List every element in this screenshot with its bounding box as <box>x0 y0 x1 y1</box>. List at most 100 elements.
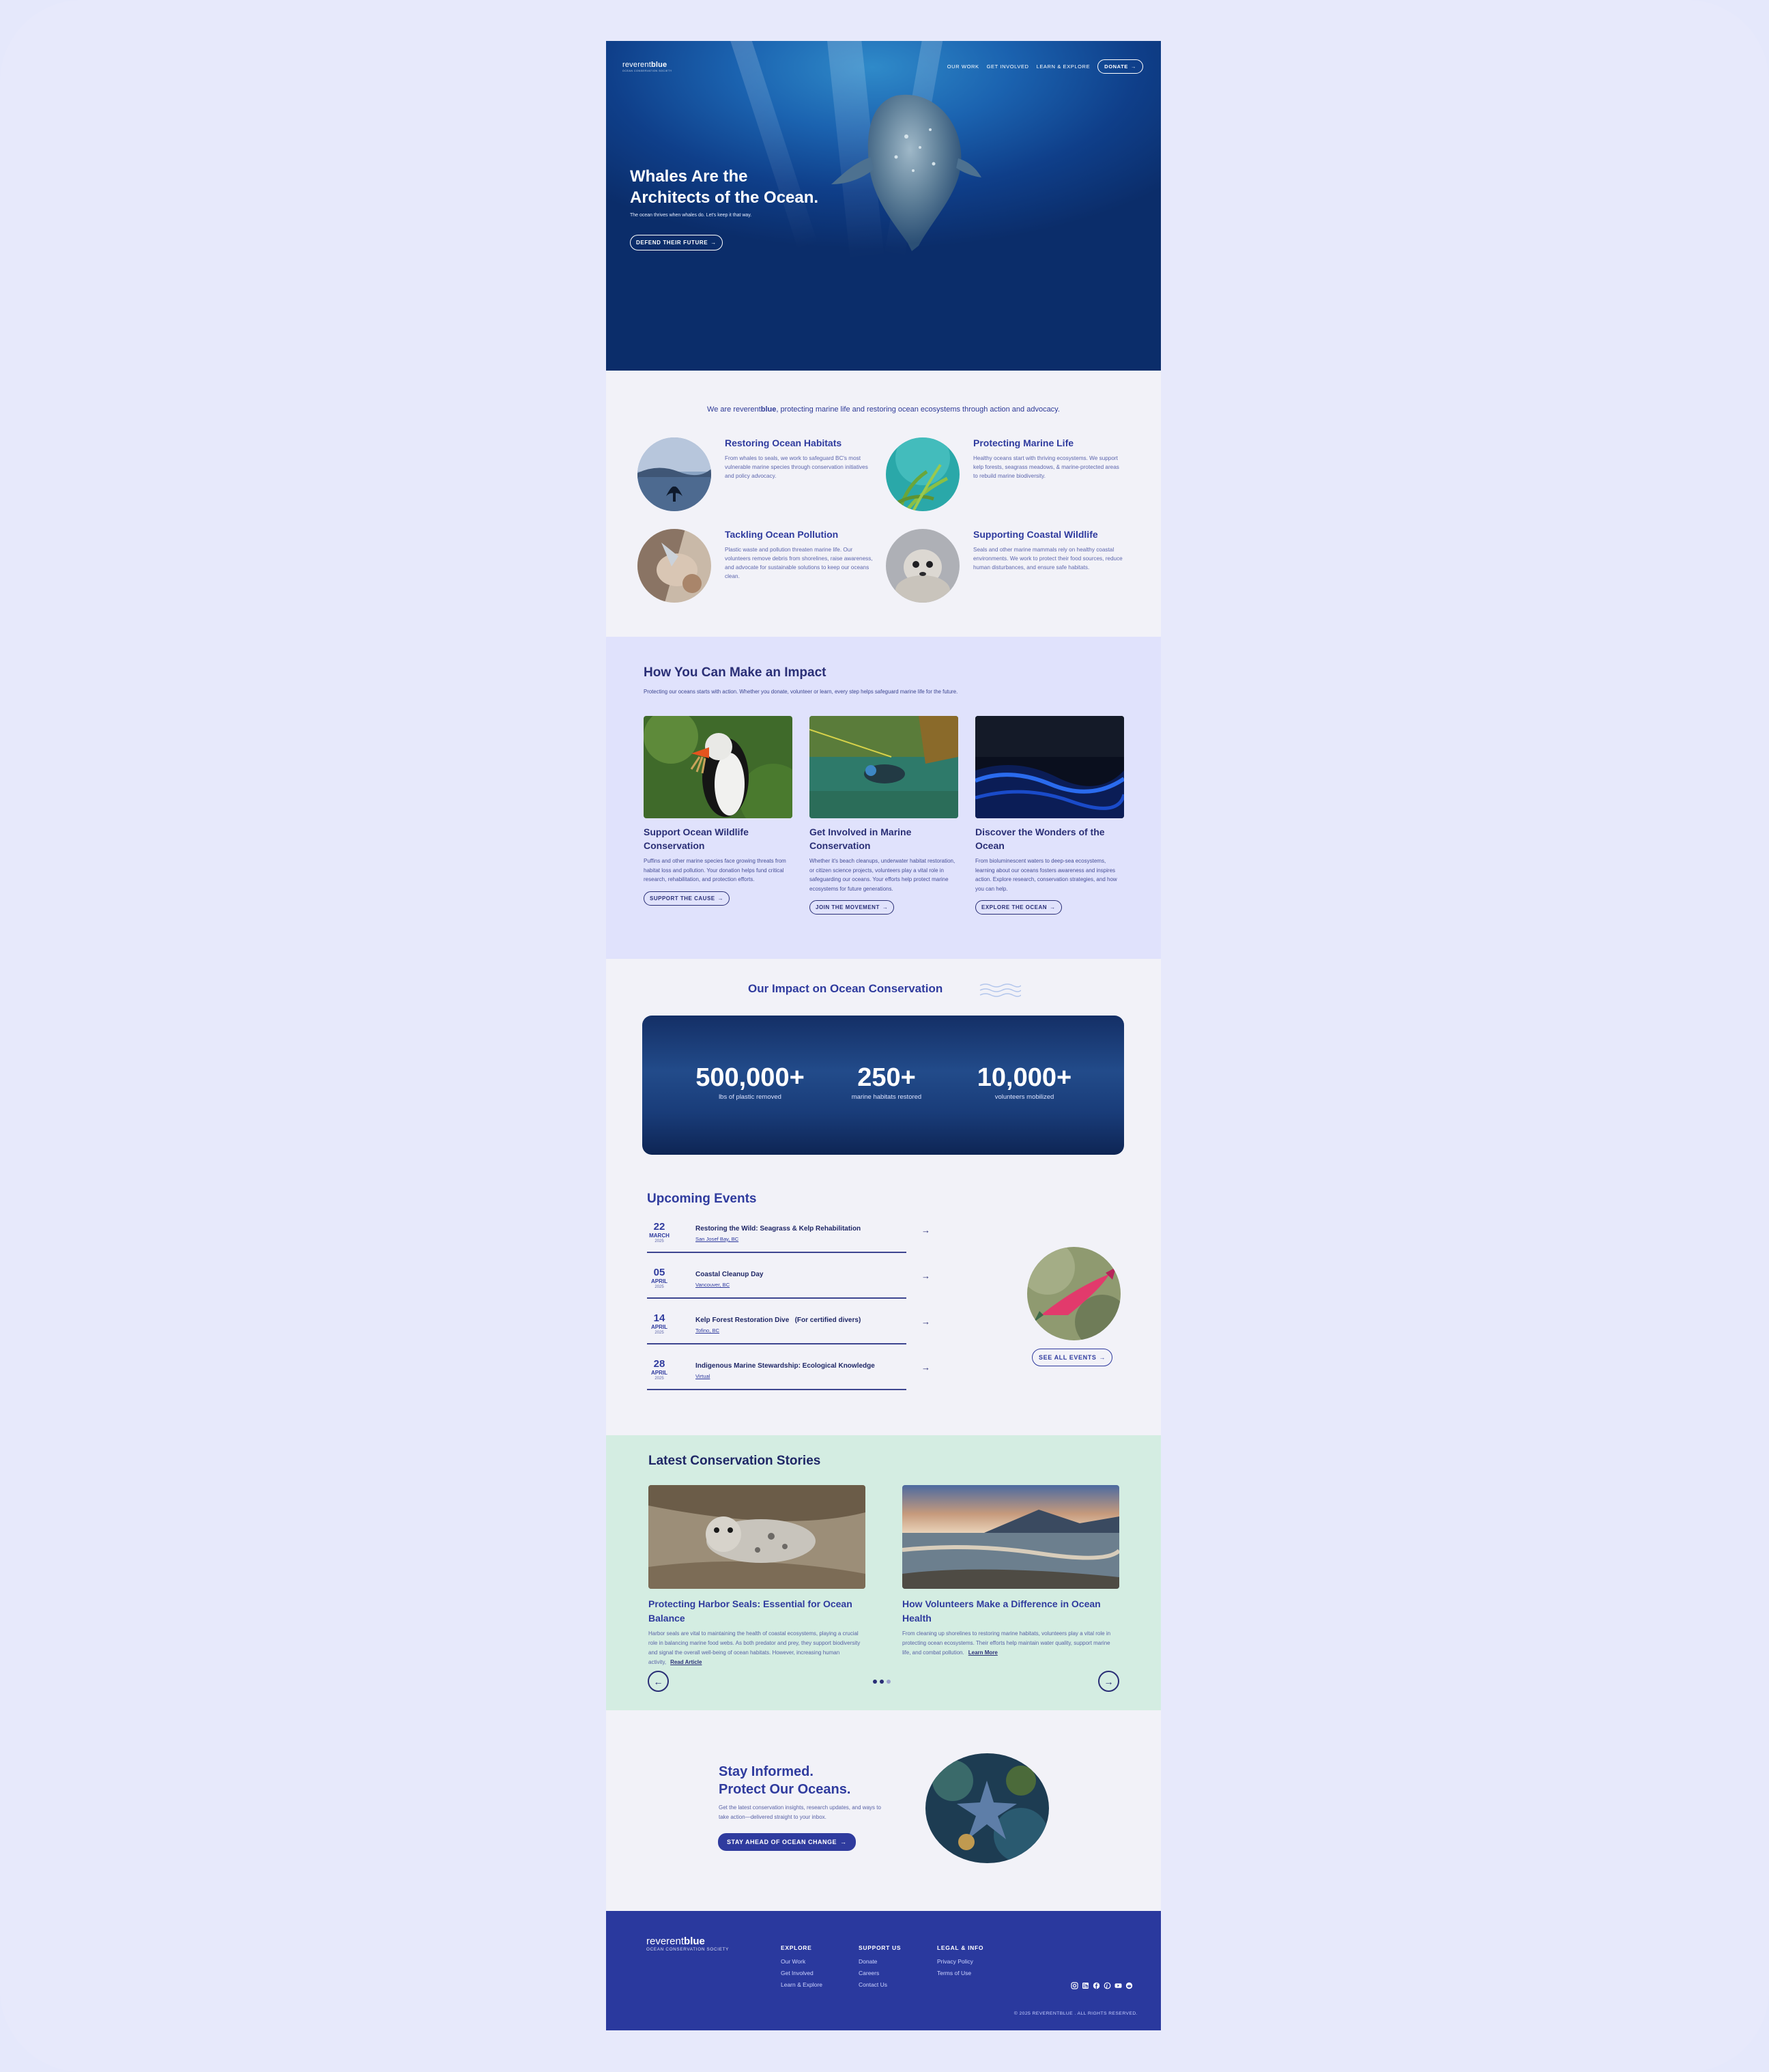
event-location[interactable]: Vancouver, BC <box>695 1282 730 1288</box>
event-title: Restoring the Wild: Seagrass & Kelp Reha… <box>695 1225 861 1233</box>
feature-text: Healthy oceans start with thriving ecosy… <box>973 455 1119 479</box>
event-title: Indigenous Marine Stewardship: Ecologica… <box>695 1362 875 1370</box>
footer-column-legal: LEGAL & INFO Privacy Policy Terms of Use <box>937 1944 983 1979</box>
stat-item: 10,000+ volunteers mobilized <box>956 1063 1093 1101</box>
explore-ocean-button[interactable]: EXPLORE THE OCEAN → <box>975 900 1062 915</box>
event-row[interactable]: 14 APRIL 2025 Kelp Forest Restoration Dive… <box>647 1313 930 1350</box>
stat-label: volunteers mobilized <box>994 1093 1054 1101</box>
hero-tagline: The ocean thrives when whales do. Let's … <box>630 213 752 218</box>
arrow-right-icon[interactable]: → <box>921 1362 930 1372</box>
donate-button[interactable]: DONATE → <box>1097 59 1143 74</box>
newsletter-section: Stay Informed. Protect Our Oceans. Get th… <box>606 1710 1161 1911</box>
event-location[interactable]: Tofino, BC <box>695 1327 719 1334</box>
button-label: SEE ALL EVENTS <box>1039 1354 1097 1361</box>
support-cause-button[interactable]: SUPPORT THE CAUSE → <box>644 891 730 906</box>
next-slide-button[interactable]: → <box>1098 1671 1119 1692</box>
story-card: How Volunteers Make a Difference in Ocea… <box>902 1485 1119 1658</box>
footer-link[interactable]: Get Involved <box>781 1968 822 1979</box>
event-location[interactable]: Virtual <box>695 1373 710 1379</box>
footer-link[interactable]: Privacy Policy <box>937 1956 983 1968</box>
event-day: 05 <box>653 1267 665 1278</box>
pinterest-icon[interactable] <box>1103 1981 1112 1990</box>
arrow-right-icon: → <box>882 904 889 910</box>
carousel-dot[interactable] <box>873 1680 877 1684</box>
hero-title: Whales Are the Architects of the Ocean. <box>630 166 876 208</box>
arrow-right-icon[interactable]: → <box>921 1225 930 1235</box>
story-title[interactable]: How Volunteers Make a Difference in Ocea… <box>902 1597 1119 1626</box>
footer-link[interactable]: Our Work <box>781 1956 822 1968</box>
footer-link[interactable]: Terms of Use <box>937 1968 983 1979</box>
stats-title: Our Impact on Ocean Conservation <box>748 982 943 995</box>
event-month: APRIL <box>651 1278 667 1284</box>
brand-tagline: OCEAN CONSERVATION SOCIETY <box>646 1947 730 1952</box>
nav-get-involved[interactable]: GET INVOLVED <box>987 63 1029 70</box>
button-label: JOIN THE MOVEMENT <box>816 904 880 910</box>
footer-link[interactable]: Contact Us <box>859 1979 901 1991</box>
defend-future-button[interactable]: DEFEND THEIR FUTURE → <box>630 235 723 250</box>
arrow-right-icon[interactable]: → <box>921 1271 930 1281</box>
mission-bold: blue <box>760 405 777 414</box>
impact-title: How You Can Make an Impact <box>644 665 826 680</box>
story-title[interactable]: Protecting Harbor Seals: Essential for O… <box>648 1597 865 1626</box>
newsletter-title-line2: Protect Our Oceans. <box>719 1782 851 1797</box>
card-text: Whether it's beach cleanups, underwater … <box>809 858 955 892</box>
cta-label: DEFEND THEIR FUTURE <box>636 240 708 246</box>
hero-title-line1: Whales Are the <box>630 167 748 186</box>
footer-link[interactable]: Donate <box>859 1956 901 1968</box>
light-ray <box>722 41 818 251</box>
social-links <box>1070 1981 1134 1990</box>
reddit-icon[interactable] <box>1125 1981 1134 1990</box>
stats-section: Our Impact on Ocean Conservation 500,000… <box>606 959 1161 1168</box>
subscribe-button[interactable]: STAY AHEAD OF OCEAN CHANGE → <box>718 1833 856 1851</box>
see-all-events-button[interactable]: SEE ALL EVENTS → <box>1032 1349 1113 1366</box>
event-row[interactable]: 05 APRIL 2025 Coastal Cleanup Day Vancouve… <box>647 1267 930 1304</box>
join-movement-button[interactable]: JOIN THE MOVEMENT → <box>809 900 895 915</box>
footer-link[interactable]: Learn & Explore <box>781 1979 822 1991</box>
event-title: Kelp Forest Restoration Dive (For certif… <box>695 1316 861 1324</box>
event-year: 2025 <box>655 1239 664 1243</box>
linkedin-icon[interactable] <box>1081 1981 1090 1990</box>
story-text: Harbor seals are vital to maintaining th… <box>648 1629 865 1667</box>
carousel-dot-active[interactable] <box>880 1680 884 1684</box>
event-location[interactable]: San Josef Bay, BC <box>695 1236 738 1242</box>
brand-logo[interactable]: reverentblue OCEAN CONSERVATION SOCIETY <box>622 61 672 72</box>
footer-link[interactable]: Careers <box>859 1968 901 1979</box>
arrow-right-icon: → <box>1104 1675 1114 1687</box>
footer-column-support: SUPPORT US Donate Careers Contact Us <box>859 1944 901 1991</box>
learn-more-link[interactable]: Learn More <box>968 1650 998 1656</box>
event-row[interactable]: 22 MARCH 2025 Restoring the Wild: Seagrass… <box>647 1222 930 1258</box>
main-nav: OUR WORK GET INVOLVED LEARN & EXPLORE DO… <box>947 59 1143 74</box>
divider <box>647 1252 906 1253</box>
instagram-icon[interactable] <box>1070 1981 1079 1990</box>
nav-learn-explore[interactable]: LEARN & EXPLORE <box>1037 63 1091 70</box>
card-title: Get Involved in Marine Conservation <box>809 826 912 851</box>
event-day: 28 <box>653 1358 665 1370</box>
youtube-icon[interactable] <box>1114 1981 1123 1990</box>
event-date: 05 APRIL 2025 <box>647 1267 672 1291</box>
impact-card: Get Involved in Marine Conservation Whet… <box>809 716 958 915</box>
harbor-seal-photo <box>648 1485 865 1589</box>
feature-text: From whales to seals, we work to safegua… <box>725 455 868 479</box>
arrow-left-icon: ← <box>653 1675 663 1687</box>
footer-column-explore: EXPLORE Our Work Get Involved Learn & Ex… <box>781 1944 822 1991</box>
read-article-link[interactable]: Read Article <box>670 1659 702 1665</box>
donate-label: DONATE <box>1104 63 1128 70</box>
event-row[interactable]: 28 APRIL 2025 Indigenous Marine Stewardshi… <box>647 1358 930 1396</box>
facebook-icon[interactable] <box>1092 1981 1101 1990</box>
brand-name-bold: blue <box>650 61 667 69</box>
website-page: reverentblue OCEAN CONSERVATION SOCIETY … <box>606 41 1161 2030</box>
feature-text: Plastic waste and pollution threaten mar… <box>725 547 873 579</box>
event-month: APRIL <box>651 1370 667 1376</box>
prev-slide-button[interactable]: ← <box>648 1671 669 1692</box>
impact-card: Discover the Wonders of the Ocean From b… <box>975 716 1124 915</box>
nav-our-work[interactable]: OUR WORK <box>947 63 979 70</box>
footer-logo[interactable]: reverentblue OCEAN CONSERVATION SOCIETY <box>646 1936 729 1952</box>
arrow-right-icon[interactable]: → <box>921 1316 930 1327</box>
impact-section: How You Can Make an Impact Protecting ou… <box>606 637 1161 959</box>
hero-title-line2: Architects of the Ocean. <box>630 188 819 207</box>
stat-item: 250+ marine habitats restored <box>832 1063 941 1101</box>
feature-title: Restoring Ocean Habitats <box>725 437 842 448</box>
event-month: APRIL <box>651 1324 667 1330</box>
stat-value: 10,000+ <box>977 1063 1072 1092</box>
carousel-dot[interactable] <box>887 1680 891 1684</box>
